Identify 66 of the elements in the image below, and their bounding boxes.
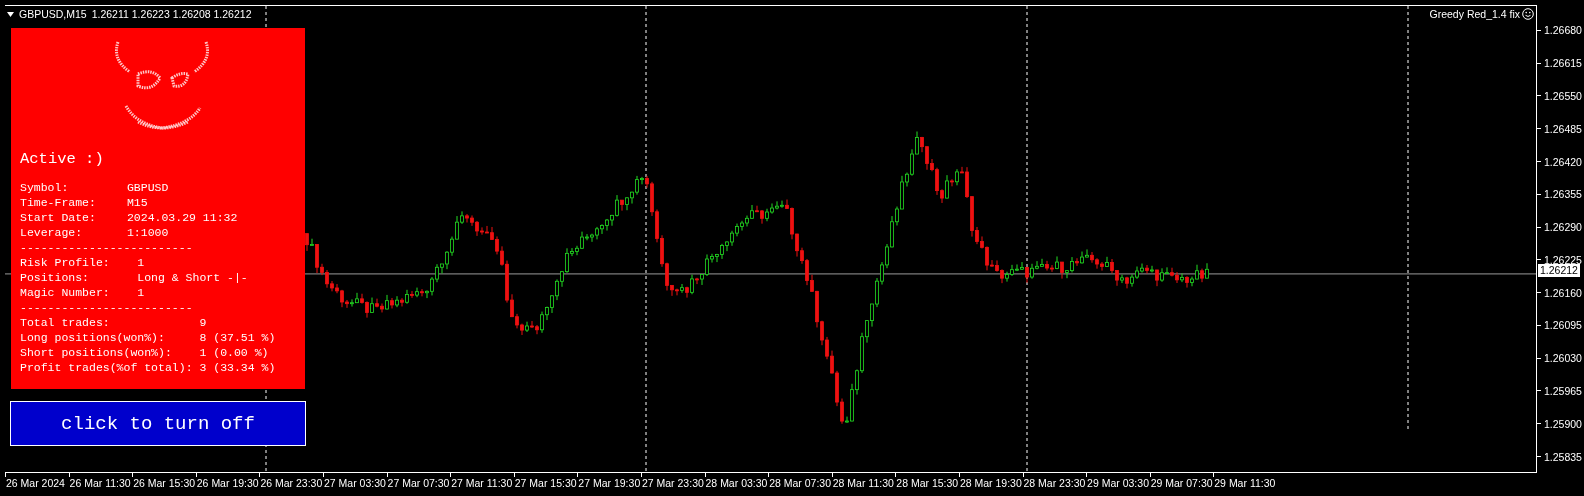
time-label: 27 Mar 19:30	[577, 477, 641, 489]
info-label: Total trades:	[20, 315, 110, 330]
time-label: 28 Mar 19:30	[958, 477, 1023, 489]
info-label: Symbol:	[20, 180, 69, 195]
time-label: 26 Mar 19:30	[195, 477, 260, 489]
status-text: Active :)	[20, 150, 105, 168]
time-label: 26 Mar 2024	[5, 477, 66, 489]
time-label: 28 Mar 03:30	[704, 477, 769, 489]
info-value: 2024.03.29 11:32	[126, 210, 238, 225]
price-label: 1.26615	[1543, 57, 1582, 70]
info-value: GBPUSD	[126, 180, 169, 195]
separator-line: -------------------------	[20, 300, 194, 315]
price-label: 1.25900	[1543, 417, 1582, 430]
dropdown-triangle-icon[interactable]	[7, 11, 14, 17]
time-label: 26 Mar 23:30	[259, 477, 323, 489]
info-label: Risk Profile:	[20, 255, 110, 270]
info-label: Magic Number:	[20, 285, 110, 300]
info-value: 1	[137, 285, 145, 300]
time-label: 29 Mar 11:30	[1213, 477, 1277, 489]
price-label: 1.25965	[1543, 385, 1582, 397]
info-value: M15	[126, 195, 148, 210]
time-label: 29 Mar 03:30	[1086, 477, 1150, 489]
expert-name: Greedy Red_1.4 fix	[1429, 8, 1520, 20]
price-label: 1.26550	[1543, 89, 1582, 102]
info-label: Leverage:	[20, 225, 83, 240]
time-label: 29 Mar 07:30	[1149, 477, 1214, 489]
price-label: 1.25835	[1543, 450, 1582, 463]
price-label: 1.26355	[1543, 188, 1582, 201]
info-value: 1	[137, 255, 145, 270]
time-label: 28 Mar 23:30	[1022, 477, 1087, 489]
time-label: 27 Mar 07:30	[386, 477, 451, 489]
price-label: 1.26420	[1543, 155, 1582, 168]
time-label: 27 Mar 23:30	[640, 477, 705, 489]
info-label: Long positions(won%):	[20, 330, 165, 345]
info-label: Start Date:	[20, 210, 96, 225]
info-value: Long & Short -|-	[137, 270, 248, 285]
separator-line: -------------------------	[20, 240, 194, 255]
price-label: 1.26290	[1543, 221, 1582, 234]
info-label: Time-Frame:	[20, 195, 96, 210]
price-quotes: 1.26211 1.26223 1.26208 1.26212	[91, 8, 252, 20]
info-value: 1 (0.00 %)	[199, 345, 269, 360]
time-label: 28 Mar 11:30	[831, 477, 895, 489]
time-label: 26 Mar 15:30	[132, 477, 196, 489]
info-value: 8 (37.51 %)	[199, 330, 276, 345]
price-label: 1.26680	[1543, 24, 1582, 37]
info-label: Profit trades(%of total):	[20, 360, 193, 375]
price-label: 1.26095	[1543, 319, 1582, 332]
price-label: 1.26030	[1543, 352, 1582, 365]
info-label: Positions:	[20, 270, 89, 285]
time-label: 27 Mar 03:30	[322, 477, 387, 489]
time-label: 28 Mar 15:30	[895, 477, 959, 489]
bid-price-label: 1.26212	[1538, 264, 1580, 277]
smiley-icon[interactable]	[1522, 8, 1534, 20]
price-label: 1.26160	[1543, 286, 1582, 299]
info-value: 9	[199, 315, 207, 330]
time-label: 27 Mar 15:30	[513, 477, 578, 489]
symbol-timeframe: GBPUSD,M15	[19, 8, 87, 20]
turn-off-button[interactable]: click to turn off	[10, 401, 306, 446]
info-label: Short positions(won%):	[20, 345, 172, 360]
info-value: 3 (33.34 %)	[199, 360, 276, 375]
price-label: 1.26485	[1543, 122, 1582, 135]
info-value: 1:1000	[126, 225, 169, 240]
time-label: 28 Mar 07:30	[768, 477, 832, 489]
price-label: 1.26225	[1543, 253, 1582, 266]
time-label: 27 Mar 11:30	[450, 477, 514, 489]
time-label: 26 Mar 11:30	[68, 477, 132, 489]
